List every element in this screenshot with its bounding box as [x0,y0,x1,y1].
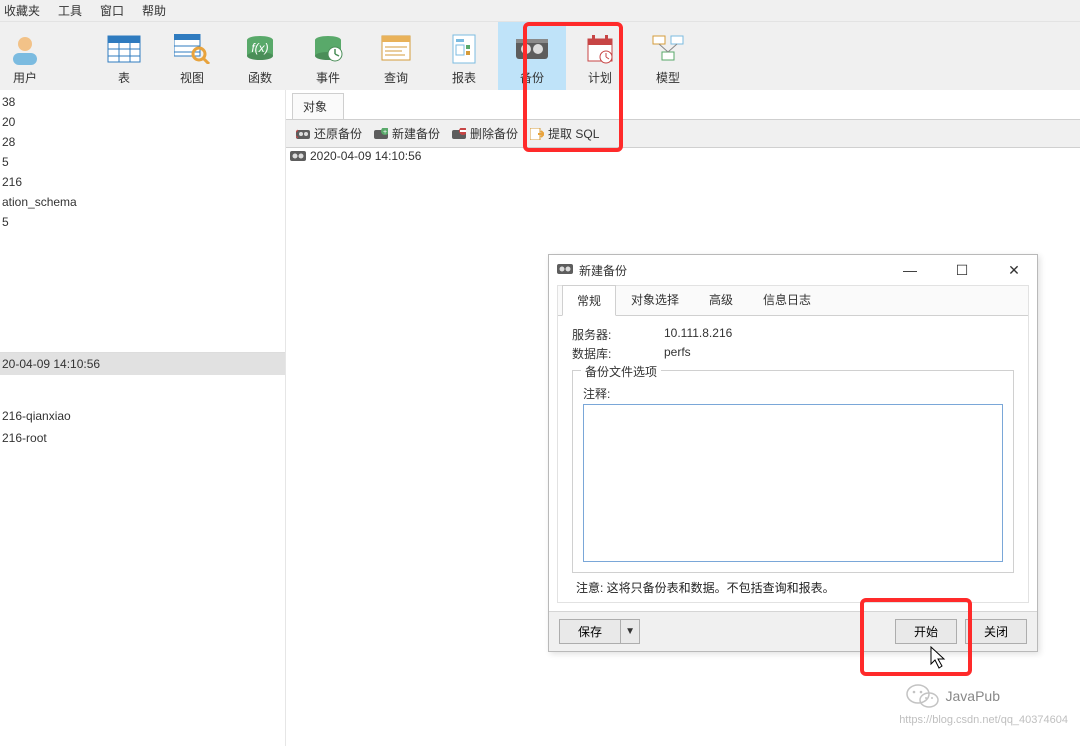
ribbon-model[interactable]: 模型 [634,22,702,90]
close-window-button[interactable]: ✕ [991,255,1037,285]
view-icon [174,31,210,67]
ribbon-backup-label: 备份 [520,69,544,86]
new-backup-button[interactable]: + 新建备份 [370,123,444,144]
comment-textarea[interactable] [583,404,1003,562]
tree-item[interactable]: 28 [0,132,285,152]
ribbon-view[interactable]: 视图 [158,22,226,90]
ribbon-query-label: 查询 [384,69,408,86]
menu-help[interactable]: 帮助 [142,2,166,19]
backup-item-icon [290,150,306,162]
left-panel: 38 20 28 5 216 ation_schema 5 20-04-09 1… [0,90,286,746]
dialog-title: 新建备份 [579,262,627,279]
tree-item[interactable]: 5 [0,152,285,172]
tab-object-select[interactable]: 对象选择 [616,284,694,315]
tree-item[interactable]: 216 [0,172,285,192]
table-icon [106,31,142,67]
minimize-button[interactable]: — [887,255,933,285]
comment-label: 注释: [583,385,1003,402]
ribbon-event-label: 事件 [316,69,340,86]
database-label: 数据库: [572,345,664,362]
database-value: perfs [664,345,691,362]
restore-backup-label: 还原备份 [314,125,362,142]
tab-advanced[interactable]: 高级 [694,284,748,315]
ribbon-function-label: 函数 [248,69,272,86]
ribbon-user-label: 用户 [13,69,37,86]
model-icon [650,31,686,67]
restore-icon [296,128,310,140]
menu-window[interactable]: 窗口 [100,2,124,19]
backup-icon [514,31,550,67]
ribbon-table-label: 表 [118,69,130,86]
tab-general[interactable]: 常规 [562,285,616,316]
menu-tools[interactable]: 工具 [58,2,82,19]
report-icon [446,31,482,67]
backup-file-options-group: 备份文件选项 注释: [572,370,1014,573]
extract-sql-button[interactable]: 提取 SQL [526,123,603,144]
tree-item[interactable]: 5 [0,212,285,232]
ribbon-user[interactable]: 用户 [0,22,50,90]
ribbon-event[interactable]: 事件 [294,22,362,90]
schedule-icon [582,31,618,67]
new-backup-icon: + [374,128,388,140]
svg-text:+: + [383,129,387,136]
note-text: 注意: 这将只备份表和数据。不包括查询和报表。 [572,573,1014,598]
save-dropdown-caret[interactable]: ▼ [620,619,640,644]
maximize-button[interactable]: ☐ [939,255,985,285]
extract-sql-label: 提取 SQL [548,125,599,142]
function-icon: f(x) [242,31,278,67]
extract-sql-icon [530,128,544,140]
server-value: 10.111.8.216 [664,326,732,343]
ribbon-report-label: 报表 [452,69,476,86]
ribbon-model-label: 模型 [656,69,680,86]
close-button[interactable]: 关闭 [965,619,1027,644]
new-backup-dialog: 新建备份 — ☐ ✕ 常规 对象选择 高级 信息日志 服务器: 10.111.8… [548,254,1038,652]
ribbon-schedule[interactable]: 计划 [566,22,634,90]
delete-backup-icon [452,128,466,140]
delete-backup-label: 删除备份 [470,125,518,142]
left-connection-item[interactable]: 216-qianxiao [0,405,285,427]
user-icon [7,31,43,67]
ribbon-query[interactable]: 查询 [362,22,430,90]
left-backup-item[interactable]: 20-04-09 14:10:56 [0,353,285,375]
start-button[interactable]: 开始 [895,619,957,644]
backup-list-item[interactable]: 2020-04-09 14:10:56 [286,148,1080,164]
tree-item[interactable]: 20 [0,112,285,132]
event-icon [310,31,346,67]
delete-backup-button[interactable]: 删除备份 [448,123,522,144]
backup-item-label: 2020-04-09 14:10:56 [310,149,421,163]
restore-backup-button[interactable]: 还原备份 [292,123,366,144]
left-connection-item[interactable]: 216-root [0,427,285,449]
tree-item[interactable]: 38 [0,92,285,112]
tab-log[interactable]: 信息日志 [748,284,826,315]
ribbon-schedule-label: 计划 [588,69,612,86]
ribbon-view-label: 视图 [180,69,204,86]
tree-item[interactable]: ation_schema [0,192,285,212]
save-split-button[interactable]: 保存 ▼ [559,619,640,644]
ribbon-function[interactable]: f(x) 函数 [226,22,294,90]
new-backup-label: 新建备份 [392,125,440,142]
svg-text:f(x): f(x) [251,41,268,55]
group-legend: 备份文件选项 [581,363,661,380]
ribbon-table[interactable]: 表 [90,22,158,90]
server-label: 服务器: [572,326,664,343]
ribbon-report[interactable]: 报表 [430,22,498,90]
menu-favorites[interactable]: 收藏夹 [4,2,40,19]
dialog-icon [557,263,573,277]
query-icon [378,31,414,67]
tab-objects[interactable]: 对象 [292,93,344,119]
save-button[interactable]: 保存 [559,619,620,644]
ribbon-backup[interactable]: 备份 [498,22,566,90]
left-backup-list: 20-04-09 14:10:56 [0,352,285,375]
db-tree[interactable]: 38 20 28 5 216 ation_schema 5 [0,90,285,232]
